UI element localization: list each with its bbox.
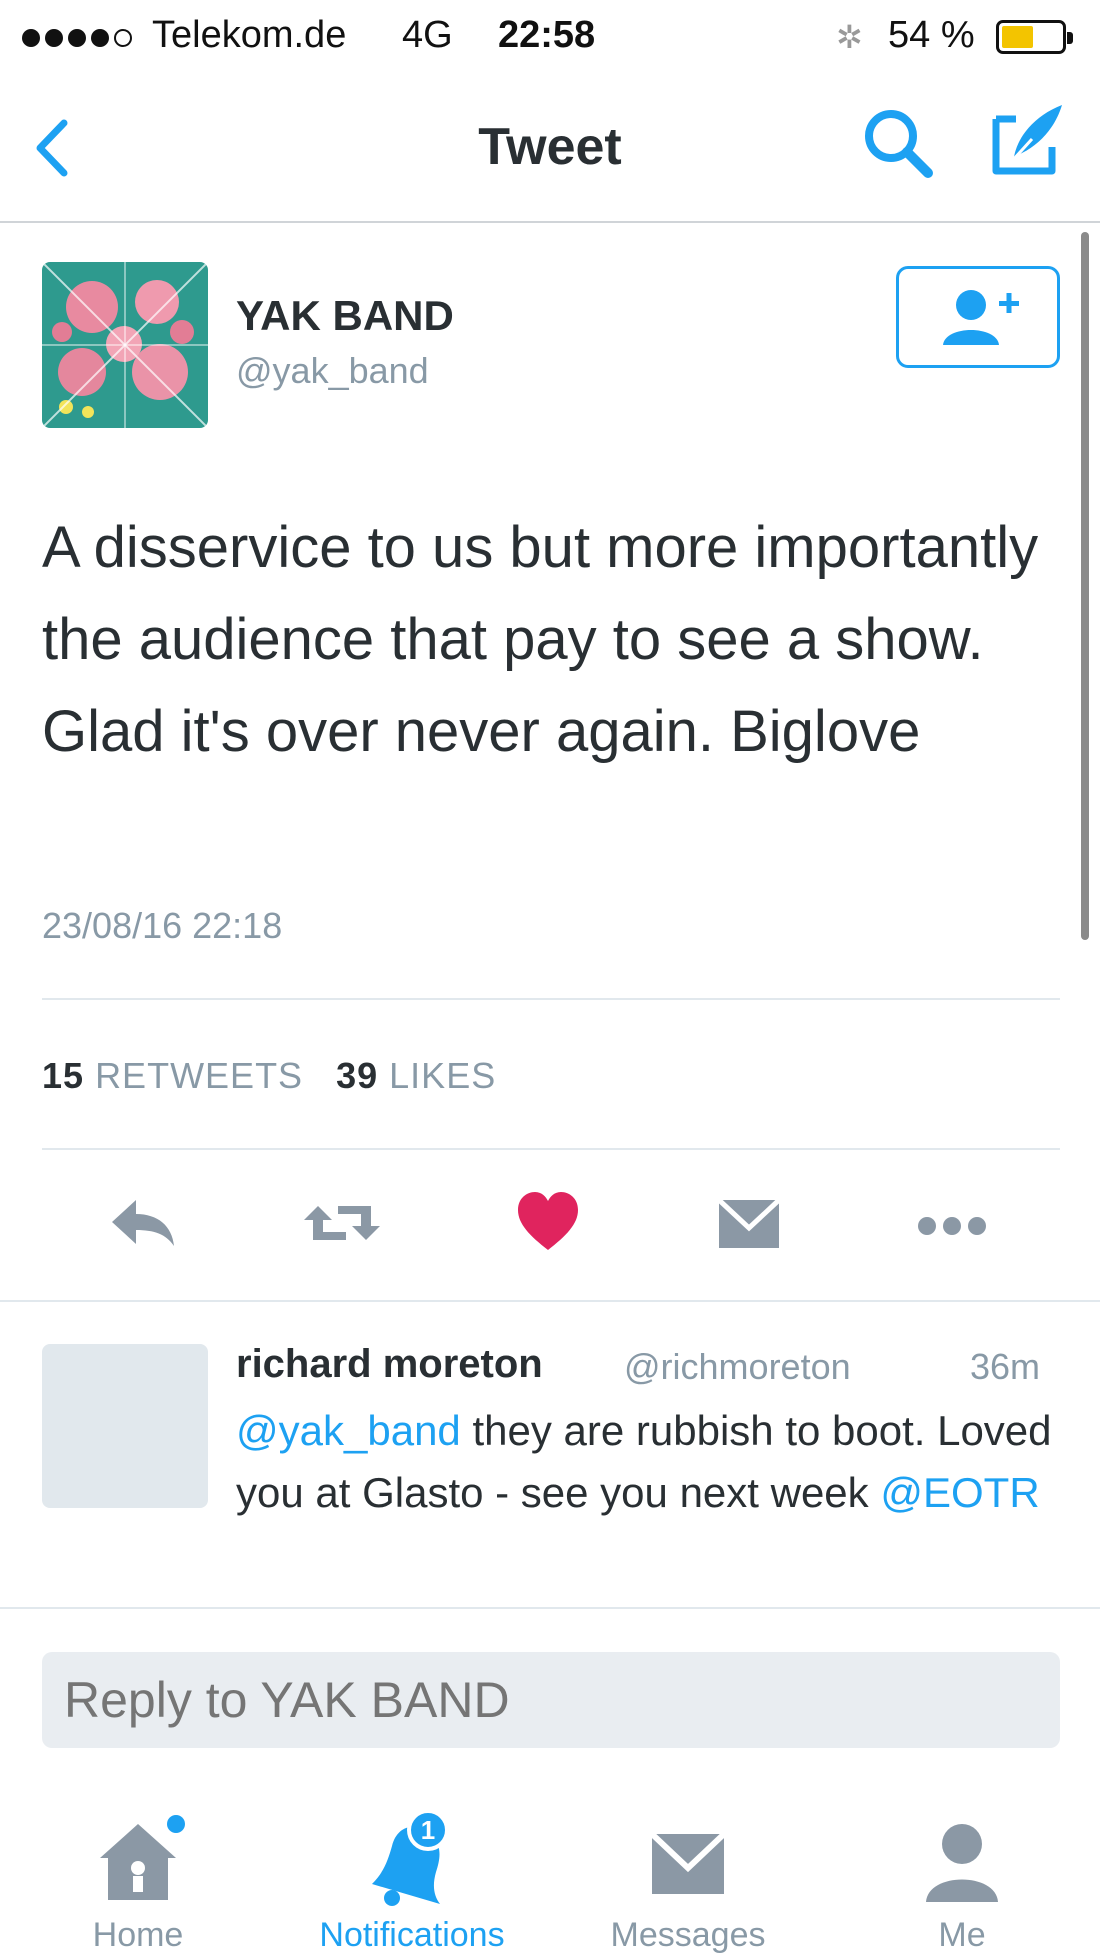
signal-strength-icon bbox=[22, 22, 142, 54]
messages-icon bbox=[649, 1831, 727, 1894]
tab-label: Notifications bbox=[319, 1916, 505, 1953]
tab-messages[interactable]: Messages bbox=[578, 1800, 798, 1953]
me-icon bbox=[926, 1824, 998, 1902]
retweet-label: RETWEETS bbox=[95, 1055, 304, 1096]
tweet-timestamp: 23/08/16 22:18 bbox=[42, 905, 283, 946]
battery-icon bbox=[996, 20, 1073, 54]
reply-input[interactable] bbox=[42, 1652, 1060, 1748]
network-type: 4G bbox=[402, 14, 453, 56]
reply-text: @yak_band they are rubbish to boot. Love… bbox=[236, 1400, 1066, 1524]
tab-label: Home bbox=[92, 1916, 184, 1953]
tab-home[interactable]: Home bbox=[28, 1800, 248, 1953]
like-icon[interactable] bbox=[516, 1188, 580, 1258]
reply-time: 36m bbox=[970, 1346, 1041, 1387]
status-time: 22:58 bbox=[498, 14, 596, 56]
notification-badge: 1 bbox=[421, 1815, 435, 1845]
tab-notifications[interactable]: 1 Notifications bbox=[302, 1800, 522, 1953]
reply-icon[interactable] bbox=[106, 1188, 180, 1258]
home-icon bbox=[100, 1815, 185, 1900]
battery-percent: 54 % bbox=[888, 14, 975, 56]
tab-me[interactable]: Me bbox=[852, 1800, 1072, 1953]
search-icon[interactable] bbox=[858, 103, 938, 183]
follow-button[interactable] bbox=[896, 266, 1060, 368]
scroll-indicator[interactable] bbox=[1081, 232, 1089, 940]
reply-author-name[interactable]: richard moreton bbox=[236, 1342, 543, 1387]
likes-stat[interactable]: 39 LIKES bbox=[336, 1055, 496, 1096]
reply-author-handle[interactable]: @richmoreton bbox=[624, 1346, 851, 1388]
compose-icon[interactable] bbox=[988, 99, 1068, 183]
activity-spinner-icon: ✲ bbox=[836, 19, 863, 55]
reply-avatar[interactable] bbox=[42, 1344, 208, 1508]
retweets-stat[interactable]: 15 RETWEETS bbox=[42, 1055, 303, 1096]
navigation-bar: Tweet bbox=[0, 75, 1100, 223]
status-bar: Telekom.de 4G 22:58 ✲ 54 % bbox=[0, 0, 1100, 75]
tab-label: Me bbox=[938, 1916, 986, 1953]
divider bbox=[42, 1148, 1060, 1150]
follow-icon bbox=[943, 290, 1019, 345]
tweet-author-handle[interactable]: @yak_band bbox=[236, 350, 429, 392]
avatar[interactable] bbox=[42, 262, 208, 428]
carrier-name: Telekom.de bbox=[152, 14, 347, 56]
tweet-stats: 15 RETWEETS 39 LIKES bbox=[42, 1055, 496, 1097]
direct-message-icon[interactable] bbox=[716, 1188, 782, 1258]
notifications-icon: 1 bbox=[372, 1810, 449, 1906]
more-icon[interactable] bbox=[912, 1188, 992, 1258]
divider bbox=[42, 998, 1060, 1000]
like-count: 39 bbox=[336, 1055, 379, 1096]
retweet-icon[interactable] bbox=[302, 1188, 382, 1258]
mention-link[interactable]: @yak_band bbox=[236, 1407, 461, 1454]
divider bbox=[0, 1607, 1100, 1609]
like-label: LIKES bbox=[389, 1055, 497, 1096]
tweet-text: A disservice to us but more importantly … bbox=[42, 515, 1039, 764]
tab-label: Messages bbox=[610, 1916, 766, 1953]
tweet-author-name[interactable]: YAK BAND bbox=[236, 292, 454, 340]
divider bbox=[0, 1300, 1100, 1302]
retweet-count: 15 bbox=[42, 1055, 85, 1096]
mention-link[interactable]: @EOTR bbox=[880, 1469, 1039, 1516]
